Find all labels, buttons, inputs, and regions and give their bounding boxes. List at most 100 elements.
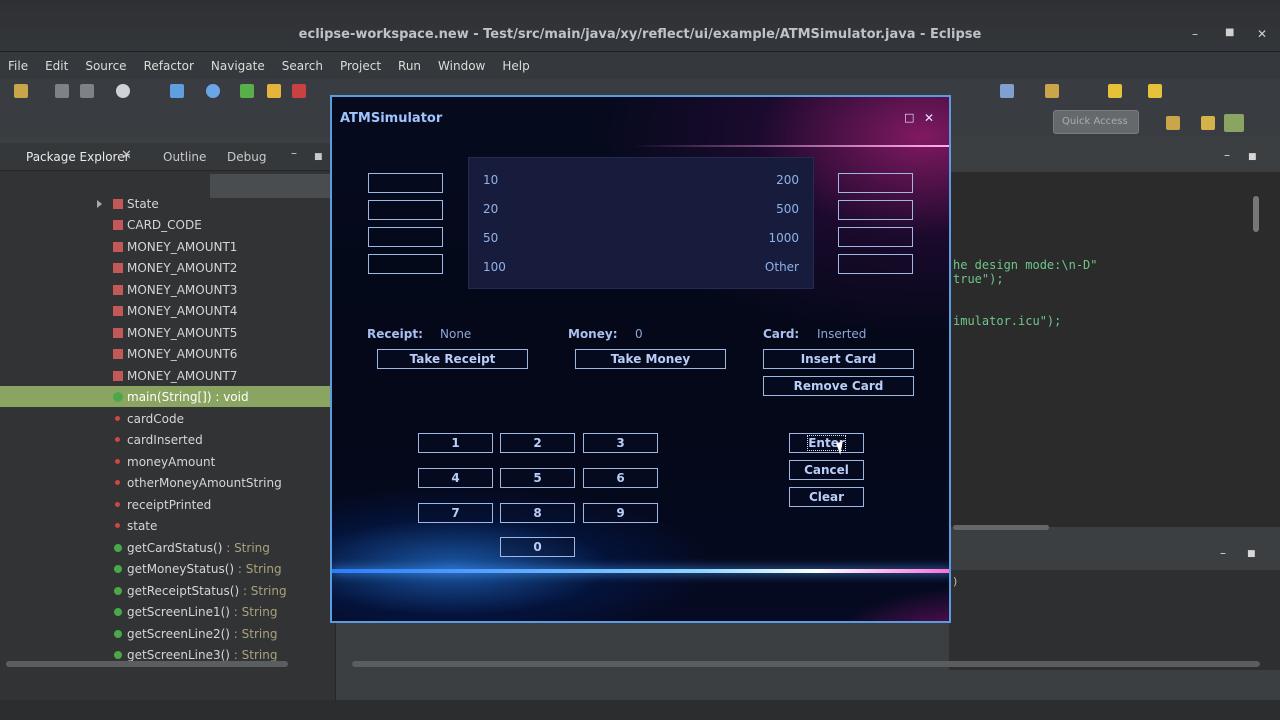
tree-item-selected[interactable]: main(String[]) : void: [0, 386, 330, 407]
menu-run[interactable]: Run: [398, 59, 421, 73]
screen-right-button-1[interactable]: [838, 173, 913, 193]
open-type-icon[interactable]: [1000, 84, 1014, 98]
minimize-console-icon[interactable]: –: [1220, 546, 1226, 560]
expand-icon[interactable]: [97, 199, 102, 208]
take-money-button[interactable]: Take Money: [575, 349, 726, 369]
key-6-button[interactable]: 6: [583, 468, 658, 488]
minimize-icon[interactable]: –: [1192, 27, 1198, 41]
tree-item[interactable]: MONEY_AMOUNT5: [0, 322, 330, 343]
tree-item[interactable]: getScreenLine2() : String: [0, 623, 330, 644]
editor-horizontal-scrollbar[interactable]: [953, 525, 1049, 530]
menu-search[interactable]: Search: [282, 59, 323, 73]
enter-button[interactable]: Enter: [789, 433, 864, 453]
maximize-panel-icon[interactable]: ■: [314, 152, 323, 162]
debug-perspective-button-icon[interactable]: [1224, 114, 1244, 132]
key-9-button[interactable]: 9: [583, 503, 658, 523]
screen-left-button-1[interactable]: [368, 173, 443, 193]
java-perspective-icon[interactable]: [1201, 116, 1215, 130]
tree-item[interactable]: MONEY_AMOUNT7: [0, 365, 330, 386]
forward-icon[interactable]: [1148, 84, 1162, 98]
tree-item[interactable]: MONEY_AMOUNT4: [0, 300, 330, 321]
private-field-icon: [115, 437, 120, 442]
terminate-icon[interactable]: [292, 84, 306, 98]
screen-right-button-3[interactable]: [838, 227, 913, 247]
private-field-icon: [115, 416, 120, 421]
maximize-console-icon[interactable]: ■: [1247, 549, 1256, 559]
tree-item[interactable]: State: [0, 193, 330, 214]
key-5-button[interactable]: 5: [500, 468, 575, 488]
tree-item[interactable]: MONEY_AMOUNT3: [0, 279, 330, 300]
tree-item[interactable]: cardCode: [0, 408, 330, 429]
screen-left-button-3[interactable]: [368, 227, 443, 247]
key-4-button[interactable]: 4: [418, 468, 493, 488]
skip-breakpoints-icon[interactable]: [206, 84, 220, 98]
debug-perspective-icon[interactable]: [116, 84, 130, 98]
editor-vertical-scrollbar[interactable]: [1253, 196, 1259, 232]
tab-package-explorer[interactable]: Package Explorer: [26, 150, 130, 164]
minimize-panel-icon[interactable]: –: [291, 146, 297, 160]
menu-edit[interactable]: Edit: [45, 59, 68, 73]
key-7-button[interactable]: 7: [418, 503, 493, 523]
save-all-icon[interactable]: [80, 84, 94, 98]
remove-card-button[interactable]: Remove Card: [763, 376, 914, 396]
tree-item[interactable]: getMoneyStatus() : String: [0, 558, 330, 579]
menu-source[interactable]: Source: [85, 59, 126, 73]
key-3-button[interactable]: 3: [583, 433, 658, 453]
tree-item[interactable]: getCardStatus() : String: [0, 537, 330, 558]
screen-right-button-2[interactable]: [838, 200, 913, 220]
new-icon[interactable]: [14, 84, 28, 98]
quick-access-input[interactable]: Quick Access: [1053, 110, 1139, 134]
clear-button[interactable]: Clear: [789, 487, 864, 507]
key-1-button[interactable]: 1: [418, 433, 493, 453]
screen-left-button-2[interactable]: [368, 200, 443, 220]
menu-project[interactable]: Project: [340, 59, 381, 73]
open-perspective-icon[interactable]: [1166, 116, 1180, 130]
tab-debug[interactable]: Debug: [227, 150, 266, 164]
resume-icon[interactable]: [240, 84, 254, 98]
maximize-icon[interactable]: □: [904, 111, 914, 124]
back-icon[interactable]: [1108, 84, 1122, 98]
menu-help[interactable]: Help: [502, 59, 529, 73]
tree-item[interactable]: CARD_CODE: [0, 214, 330, 235]
console-icon[interactable]: [170, 84, 184, 98]
tab-outline[interactable]: Outline: [163, 150, 206, 164]
tree-item[interactable]: MONEY_AMOUNT6: [0, 343, 330, 364]
close-icon[interactable]: ✕: [1257, 27, 1267, 41]
key-2-button[interactable]: 2: [500, 433, 575, 453]
tree-item[interactable]: moneyAmount: [0, 451, 330, 472]
code-editor[interactable]: he design mode:\n-D" true"); imulator.ic…: [949, 172, 1280, 527]
menu-navigate[interactable]: Navigate: [211, 59, 265, 73]
annotation-icon[interactable]: [1045, 84, 1059, 98]
minimize-editor-icon[interactable]: –: [1224, 148, 1230, 162]
screen-amount-right-2: 500: [776, 202, 799, 216]
console-horizontal-scrollbar[interactable]: [352, 661, 1260, 667]
key-0-button[interactable]: 0: [500, 537, 575, 557]
tree-item[interactable]: getReceiptStatus() : String: [0, 580, 330, 601]
tree-item[interactable]: getScreenLine1() : String: [0, 601, 330, 622]
suspend-icon[interactable]: [267, 84, 281, 98]
receipt-label: Receipt:: [367, 327, 423, 341]
tree-item[interactable]: MONEY_AMOUNT2: [0, 257, 330, 278]
tree-item[interactable]: otherMoneyAmountString: [0, 472, 330, 493]
screen-right-button-4[interactable]: [838, 254, 913, 274]
console-toolbar: – ■: [949, 540, 1280, 570]
tree-horizontal-scrollbar[interactable]: [6, 661, 288, 667]
insert-card-button[interactable]: Insert Card: [763, 349, 914, 369]
maximize-editor-icon[interactable]: ■: [1248, 152, 1257, 162]
tree-item[interactable]: receiptPrinted: [0, 494, 330, 515]
tree-item[interactable]: MONEY_AMOUNT1: [0, 236, 330, 257]
close-icon[interactable]: ✕: [924, 111, 934, 125]
cancel-button[interactable]: Cancel: [789, 460, 864, 480]
take-receipt-button[interactable]: Take Receipt: [377, 349, 528, 369]
desktop: eclipse-workspace.new - Test/src/main/ja…: [0, 0, 1280, 720]
menu-refactor[interactable]: Refactor: [144, 59, 194, 73]
tree-item[interactable]: state: [0, 515, 330, 536]
close-tab-icon[interactable]: ✕: [121, 148, 132, 163]
maximize-icon[interactable]: ■: [1225, 27, 1234, 38]
screen-left-button-4[interactable]: [368, 254, 443, 274]
menu-file[interactable]: File: [8, 59, 28, 73]
key-8-button[interactable]: 8: [500, 503, 575, 523]
save-icon[interactable]: [55, 84, 69, 98]
tree-item[interactable]: cardInserted: [0, 429, 330, 450]
menu-window[interactable]: Window: [438, 59, 485, 73]
